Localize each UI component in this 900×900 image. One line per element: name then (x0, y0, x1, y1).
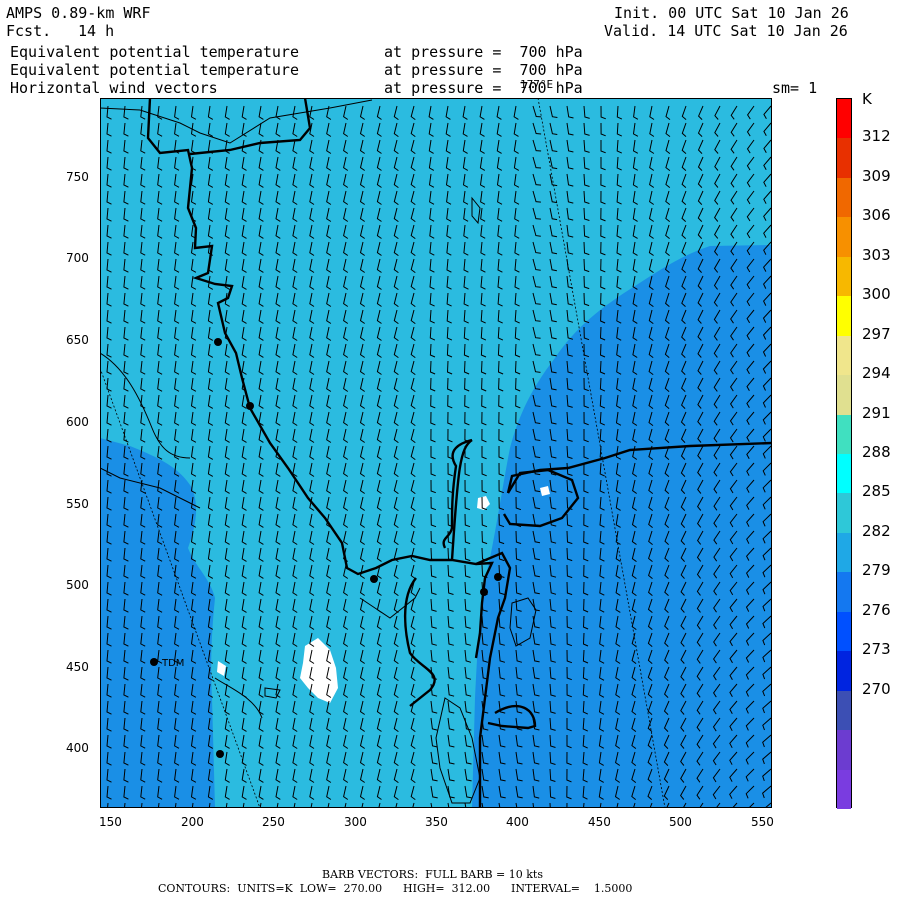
barb-legend: BARB VECTORS: FULL BARB = 10 kts (322, 868, 543, 881)
colorbar (836, 98, 852, 810)
level-line-2: at pressure = 700 hPa (384, 61, 583, 79)
field-line-2: Equivalent potential temperature (10, 61, 299, 79)
y-tick-label: 550 (66, 497, 89, 511)
colorbar-segment (837, 138, 851, 179)
colorbar-segment (837, 414, 851, 455)
colorbar-label: 300 (862, 285, 891, 304)
level-line-1: at pressure = 700 hPa (384, 43, 583, 61)
station-marker (150, 658, 158, 666)
init-time: Init. 00 UTC Sat 10 Jan 26 (614, 4, 849, 22)
colorbar-label: 276 (862, 600, 891, 619)
y-tick-label: 700 (66, 251, 89, 265)
x-tick-label: 150 (99, 815, 122, 829)
colorbar-segment (837, 375, 851, 416)
colorbar-segment (837, 256, 851, 297)
colorbar-segment (837, 217, 851, 258)
map-plot: TDM (100, 98, 772, 808)
forecast-hour: 14 h (78, 22, 115, 40)
y-tick-label: 750 (66, 170, 89, 184)
x-tick-label: 250 (262, 815, 285, 829)
station-marker (214, 338, 222, 346)
x-tick-label: 400 (506, 815, 529, 829)
colorbar-unit: K (862, 90, 872, 108)
station-marker (216, 750, 224, 758)
station-marker (494, 573, 502, 581)
colorbar-label: 312 (862, 127, 891, 146)
y-tick-label: 600 (66, 415, 89, 429)
colorbar-segment (837, 730, 851, 771)
valid-time: Valid. 14 UTC Sat 10 Jan 26 (604, 22, 848, 40)
colorbar-segment (837, 454, 851, 494)
colorbar-label: 270 (862, 679, 891, 698)
colorbar-segment (837, 532, 851, 573)
colorbar-segment (837, 572, 851, 613)
colorbar-label: 282 (862, 521, 891, 540)
smoothing-label: sm= 1 (772, 79, 818, 97)
model-title: AMPS 0.89-km WRF (6, 4, 151, 22)
colorbar-label: 288 (862, 443, 891, 461)
forecast-label: Fcst. (6, 22, 52, 40)
colorbar-segment (837, 493, 851, 534)
y-tick-label: 450 (66, 660, 89, 674)
place-label-tdm: TDM (161, 658, 184, 669)
colorbar-label: 273 (862, 640, 891, 659)
colorbar-label: 279 (862, 561, 891, 580)
x-tick-label: 550 (751, 815, 774, 829)
y-tick-label: 500 (66, 578, 89, 592)
field-line-1: Equivalent potential temperature (10, 43, 299, 61)
station-marker (246, 402, 254, 410)
colorbar-segment (837, 99, 851, 139)
colorbar-segment (837, 651, 851, 692)
station-marker (370, 575, 378, 583)
contour-legend: CONTOURS: UNITS=K LOW= 270.00 HIGH= 312.… (158, 882, 633, 895)
colorbar-label: 306 (862, 206, 891, 225)
colorbar-label: 297 (862, 324, 891, 343)
colorbar-label: 294 (862, 364, 891, 383)
colorbar-segment (837, 335, 851, 376)
colorbar-segment (837, 177, 851, 218)
colorbar-segment (837, 769, 851, 810)
colorbar-label: 291 (862, 403, 891, 422)
x-tick-label: 300 (344, 815, 367, 829)
colorbar-segment (837, 611, 851, 652)
colorbar-label: 309 (862, 166, 891, 185)
station-marker (480, 588, 488, 596)
x-tick-label: 450 (588, 815, 611, 829)
colorbar-label: 285 (862, 482, 891, 501)
colorbar-label: 303 (862, 245, 891, 264)
x-tick-label: 200 (181, 815, 204, 829)
y-tick-label: 650 (66, 333, 89, 347)
colorbar-segment (837, 690, 851, 731)
x-tick-label: 350 (425, 815, 448, 829)
x-tick-label: 500 (669, 815, 692, 829)
y-tick-label: 400 (66, 741, 89, 755)
colorbar-segment (837, 296, 851, 337)
longitude-marker: 177°E (520, 78, 554, 91)
field-line-3: Horizontal wind vectors (10, 79, 218, 97)
